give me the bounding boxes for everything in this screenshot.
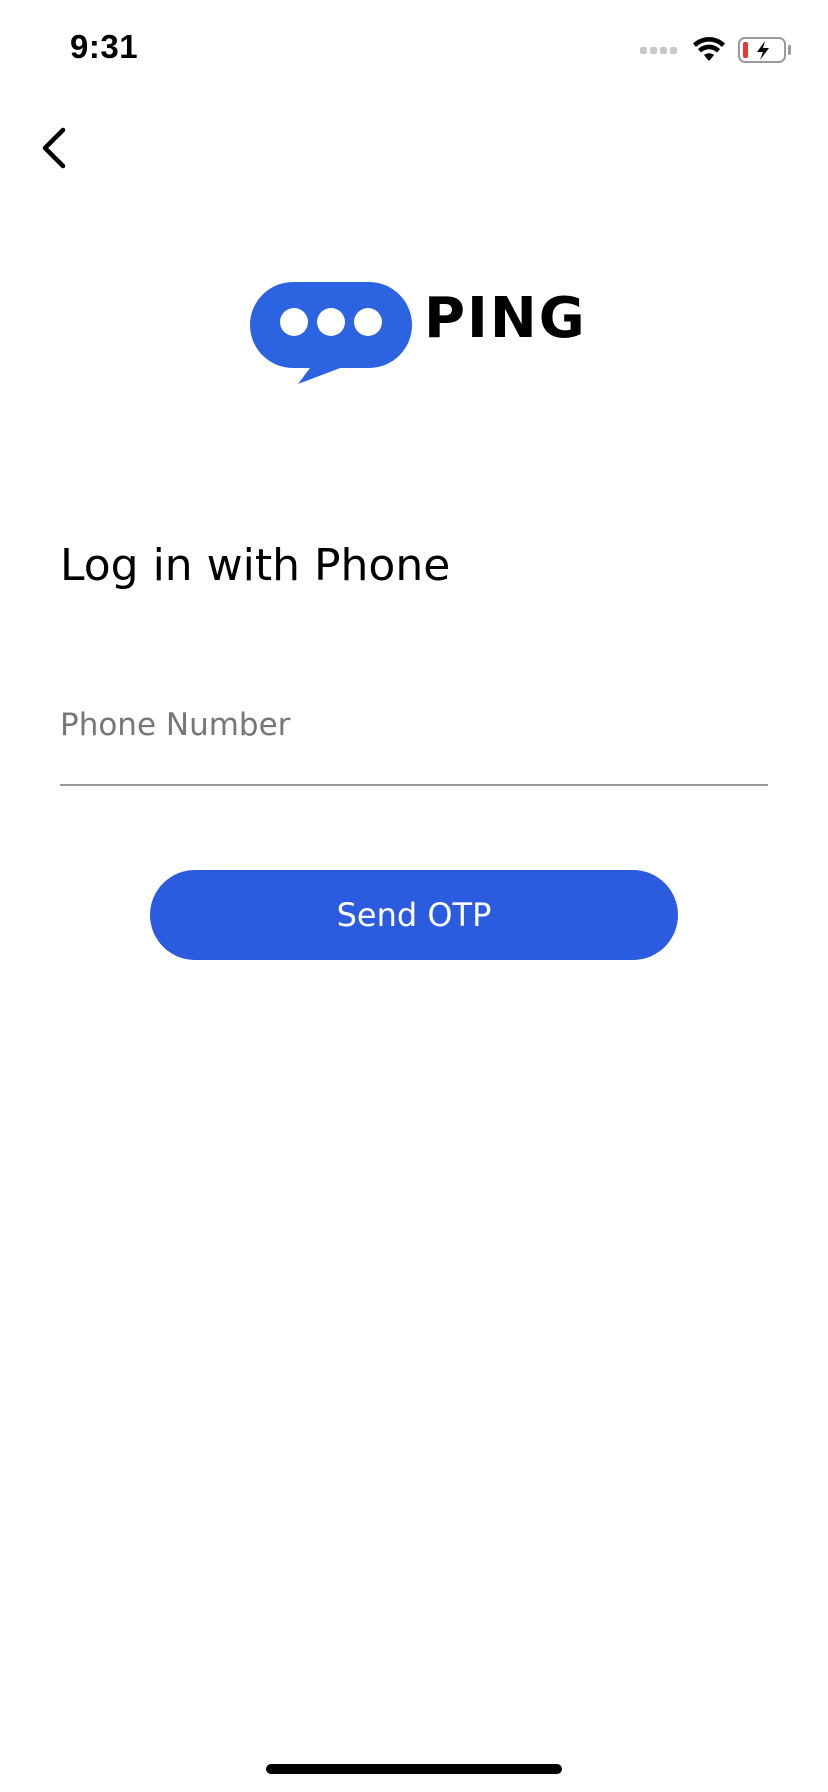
phone-number-field: [60, 690, 768, 786]
phone-number-input[interactable]: [60, 690, 768, 760]
status-bar: 9:31: [0, 0, 828, 100]
battery-charging-icon: [738, 37, 791, 63]
wifi-icon: [693, 37, 725, 61]
logo-wordmark: PING: [424, 286, 587, 351]
status-icons: [640, 34, 792, 66]
cellular-signal-icon: [640, 47, 677, 54]
send-otp-button[interactable]: Send OTP: [150, 870, 678, 960]
back-button[interactable]: [24, 118, 84, 178]
status-time: 9:31: [70, 28, 139, 65]
home-indicator: [266, 1764, 562, 1774]
chevron-left-icon: [42, 127, 66, 169]
page-title: Log in with Phone: [60, 540, 451, 591]
chat-bubble-icon: [250, 282, 412, 384]
app-logo: PING: [246, 278, 586, 388]
